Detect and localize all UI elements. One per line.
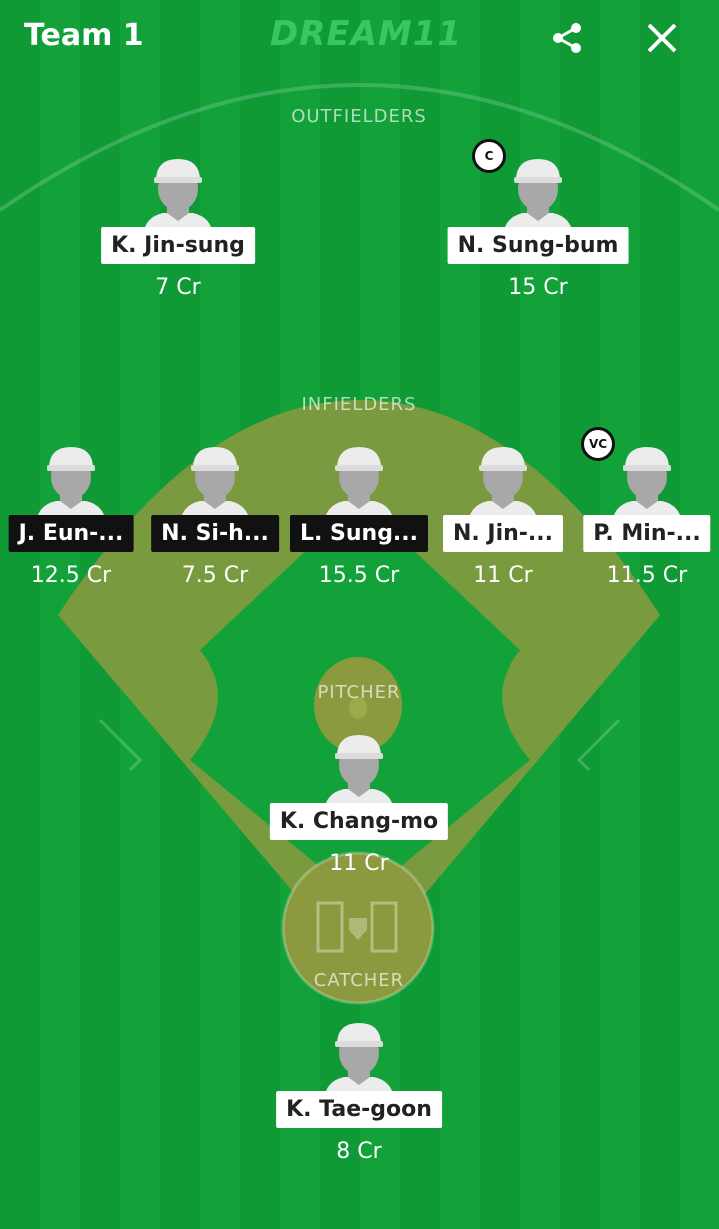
section-catcher: CATCHER — [313, 970, 405, 991]
player-name: J. Eun-... — [8, 515, 134, 552]
player-card[interactable]: K. Jin-sung 7 Cr — [98, 155, 258, 315]
player-name: L. Sung... — [289, 515, 429, 552]
section-pitcher: PITCHER — [317, 682, 401, 703]
team-preview-screen: Team 1 DREAM11 OUTFIELDERS INFIELDERS PI… — [0, 0, 719, 1229]
player-name: N. Sung-bum — [447, 227, 629, 264]
player-credits: 15 Cr — [508, 275, 568, 300]
player-avatar-icon — [324, 1023, 394, 1099]
player-credits: 7.5 Cr — [181, 563, 249, 588]
player-card[interactable]: N. Si-h... 7.5 Cr — [135, 443, 295, 603]
player-credits: 7 Cr — [155, 275, 201, 300]
player-avatar-icon — [36, 447, 106, 523]
player-avatar-icon — [468, 447, 538, 523]
player-card[interactable]: K. Chang-mo 11 Cr — [269, 731, 449, 891]
vice-captain-badge: VC — [581, 427, 615, 461]
player-avatar-icon — [612, 447, 682, 523]
player-name: K. Tae-goon — [276, 1091, 442, 1128]
player-name: N. Si-h... — [151, 515, 279, 552]
section-infielders: INFIELDERS — [301, 394, 417, 415]
player-avatar-icon — [503, 159, 573, 235]
team-name: Team 1 — [24, 18, 144, 53]
dream11-logo: DREAM11 — [270, 14, 463, 54]
close-button[interactable] — [638, 14, 686, 62]
share-icon — [553, 23, 581, 53]
player-avatar-icon — [324, 735, 394, 811]
player-card[interactable]: N. Jin-... 11 Cr — [423, 443, 583, 603]
player-credits: 11 Cr — [329, 851, 389, 876]
captain-badge: C — [472, 139, 506, 173]
player-card[interactable]: C N. Sung-bum 15 Cr — [447, 139, 629, 315]
player-credits: 12.5 Cr — [30, 563, 112, 588]
player-avatar-icon — [324, 447, 394, 523]
close-icon — [647, 23, 677, 53]
player-card[interactable]: K. Tae-goon 8 Cr — [276, 1019, 442, 1179]
player-credits: 8 Cr — [336, 1139, 382, 1164]
player-avatar-icon — [143, 159, 213, 235]
player-name: K. Chang-mo — [269, 803, 449, 840]
player-credits: 11 Cr — [473, 563, 533, 588]
player-name: P. Min-... — [583, 515, 711, 552]
player-avatar-icon — [180, 447, 250, 523]
player-card[interactable]: VC P. Min-... 11.5 Cr — [567, 427, 719, 603]
player-card[interactable]: J. Eun-... 12.5 Cr — [0, 443, 151, 603]
player-name: K. Jin-sung — [101, 227, 255, 264]
share-button[interactable] — [543, 14, 591, 62]
player-name: N. Jin-... — [442, 515, 564, 552]
foul-mark-right — [576, 718, 621, 772]
player-credits: 11.5 Cr — [606, 563, 688, 588]
section-outfielders: OUTFIELDERS — [291, 106, 427, 127]
player-credits: 15.5 Cr — [318, 563, 400, 588]
player-card[interactable]: L. Sung... 15.5 Cr — [279, 443, 439, 603]
foul-mark-left — [98, 718, 143, 772]
